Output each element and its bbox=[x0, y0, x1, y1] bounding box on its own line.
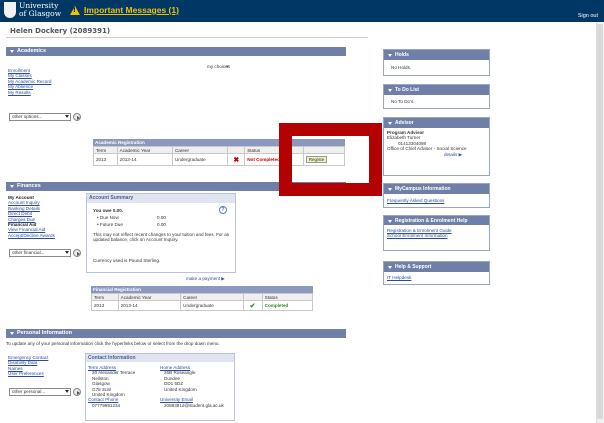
contact-phone-value: 07779991234 bbox=[92, 402, 121, 408]
arrow-right-icon: ▶ bbox=[458, 151, 463, 157]
term-cell: 2013 bbox=[93, 153, 118, 166]
it-helpdesk-link[interactable]: IT Helpdesk bbox=[384, 272, 489, 280]
faq-link[interactable]: Frequently Asked Questions bbox=[384, 194, 489, 203]
financial-registration-caption: Financial Registration bbox=[91, 286, 313, 293]
todo-header[interactable]: To Do List bbox=[384, 85, 489, 95]
university-email-value: 2089391d@student.gla.ac.uk bbox=[164, 402, 224, 408]
holds-box: Holds No Holds. bbox=[383, 49, 490, 76]
academic-year-cell: 2013-14 bbox=[117, 300, 182, 311]
page-title: Helen Dockery (2089391) bbox=[10, 27, 111, 35]
make-payment-link[interactable]: make a payment ▶ bbox=[186, 276, 225, 281]
crest-icon bbox=[4, 2, 16, 18]
financial-registration-table: Financial Registration Term Academic Yea… bbox=[91, 286, 314, 311]
advisor-box: Advisor Program Advisor Elizabeth Turner… bbox=[383, 117, 490, 176]
divider bbox=[6, 37, 368, 38]
personal-information-section-header[interactable]: Personal Information bbox=[6, 329, 346, 338]
sign-out-link[interactable]: Sign out bbox=[578, 13, 598, 19]
currency-note: Currency used is Pound Sterling. bbox=[93, 258, 161, 263]
academics-section-header[interactable]: Academics bbox=[6, 47, 346, 56]
link-user-preferences[interactable]: User Preferences bbox=[8, 371, 48, 376]
help-icon[interactable]: ? bbox=[219, 206, 227, 214]
go-button[interactable] bbox=[73, 113, 81, 121]
chevron-down-icon[interactable]: ▾ bbox=[226, 64, 229, 70]
university-logo[interactable]: University of Glasgow bbox=[4, 1, 62, 21]
program-advisor-heading: Program Advisor bbox=[387, 130, 425, 135]
highlight-frame bbox=[279, 123, 382, 196]
registration-help-header[interactable]: Registration & Enrolment Help bbox=[384, 216, 489, 225]
you-owe-text: You owe 0.00. bbox=[93, 208, 124, 213]
account-summary-title: Account Summary bbox=[87, 194, 235, 203]
holds-text: No Holds. bbox=[391, 65, 412, 70]
future-due-label: • Future Due bbox=[97, 222, 123, 227]
other-financial-select[interactable]: other financial... bbox=[9, 249, 71, 257]
advisor-header[interactable]: Advisor bbox=[384, 118, 489, 128]
other-options-select[interactable]: other options... bbox=[9, 113, 71, 121]
link-my-results[interactable]: My Results bbox=[8, 90, 51, 95]
career-cell: Undergraduate bbox=[180, 300, 244, 311]
contact-information-panel: Contact Information Term Address 20 Alex… bbox=[85, 353, 235, 421]
error-x-icon: ✖ bbox=[227, 153, 246, 166]
status-cell: Completed bbox=[261, 300, 314, 311]
due-now-value: 0.00 bbox=[157, 215, 166, 220]
future-due-value: 0.00 bbox=[157, 222, 166, 227]
balance-note: This may not reflect recent changes to y… bbox=[93, 232, 230, 243]
mycampus-header[interactable]: MyCampus Information bbox=[384, 184, 489, 194]
term-cell: 2013 bbox=[91, 300, 119, 311]
chevron-down-icon bbox=[65, 251, 69, 254]
academics-links: Enrollment My Classes My Academic Record… bbox=[8, 68, 51, 95]
holds-header[interactable]: Holds bbox=[384, 50, 489, 60]
todo-text: No To Do's. bbox=[391, 99, 415, 104]
arrow-right-icon: ▶ bbox=[221, 276, 225, 281]
finances-links: My Account Account Inquiry Banking Detai… bbox=[8, 195, 55, 238]
important-messages-label[interactable]: Important Messages (1) bbox=[84, 5, 179, 15]
other-personal-select[interactable]: other personal... bbox=[9, 388, 71, 396]
contact-information-title: Contact Information bbox=[86, 354, 234, 362]
due-now-label: • Due Now bbox=[97, 215, 119, 220]
account-summary-panel: Account Summary ? You owe 0.00. • Due No… bbox=[86, 193, 236, 273]
todo-box: To Do List No To Do's. bbox=[383, 84, 490, 109]
scrollbar-thumb[interactable] bbox=[597, 24, 603, 419]
warning-icon bbox=[70, 5, 80, 15]
help-support-header[interactable]: Help & Support bbox=[384, 262, 489, 272]
go-button[interactable] bbox=[73, 388, 81, 396]
registration-guide-link[interactable]: Registration & Enrolment Guide bbox=[384, 225, 489, 233]
registration-help-box: Registration & Enrolment Help Registrati… bbox=[383, 215, 490, 251]
school-enrolment-info-link[interactable]: School Enrolment Information bbox=[384, 233, 489, 238]
advisor-details-link[interactable]: details ▶ bbox=[384, 152, 489, 157]
link-accept-decline-awards[interactable]: Accept/Decline Awards bbox=[8, 233, 55, 238]
help-support-box: Help & Support IT Helpdesk bbox=[383, 261, 490, 285]
go-button[interactable] bbox=[73, 249, 81, 257]
personal-links: Emergency Contact Disability Data Names … bbox=[8, 355, 48, 377]
chevron-down-icon bbox=[65, 115, 69, 118]
career-cell: Undergraduate bbox=[171, 153, 229, 166]
chevron-down-icon bbox=[65, 390, 69, 393]
personal-intro-text: To update any of your personal informati… bbox=[6, 341, 220, 346]
academic-year-cell: 2013-14 bbox=[116, 153, 173, 166]
important-messages-link[interactable]: Important Messages (1) bbox=[70, 3, 179, 17]
check-icon: ✔ bbox=[242, 300, 263, 311]
mycampus-box: MyCampus Information Frequently Asked Qu… bbox=[383, 183, 490, 208]
